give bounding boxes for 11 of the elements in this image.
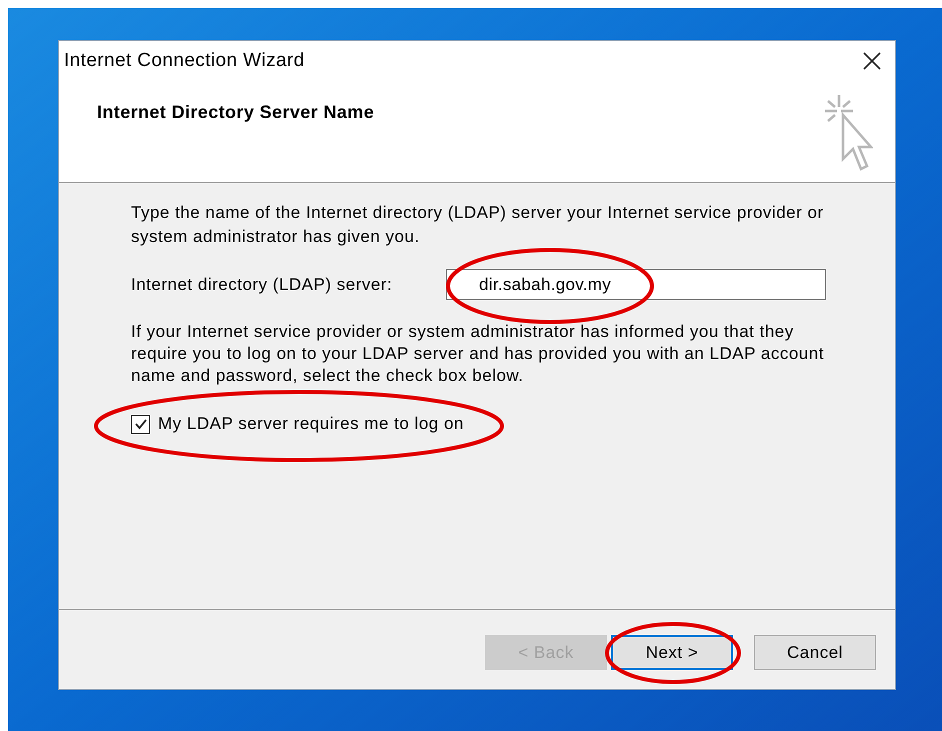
checkbox[interactable] — [131, 414, 150, 434]
checkbox-label: My LDAP server requires me to log on — [158, 413, 464, 436]
window-title: Internet Connection Wizard — [64, 48, 305, 73]
wizard-button[interactable]: Cancel — [754, 635, 876, 670]
wizard-button[interactable]: Next > — [611, 635, 733, 670]
field-label: Internet directory (LDAP) server: — [131, 274, 394, 296]
intro-text: Type the name of the Internet directory (LDAP) server your Internet service provider or system administrator has given you. — [131, 202, 825, 248]
checkmark-icon — [134, 417, 148, 431]
server-input-field[interactable]: dir.sabah.gov.my — [446, 269, 826, 300]
info-text: If your Internet service provider or system administrator has informed you that they require you to log on to your LDAP server and has provided you with an LDAP account name and password, select the check box below. — [131, 321, 825, 387]
page-title: Internet Directory Server Name — [97, 101, 374, 123]
